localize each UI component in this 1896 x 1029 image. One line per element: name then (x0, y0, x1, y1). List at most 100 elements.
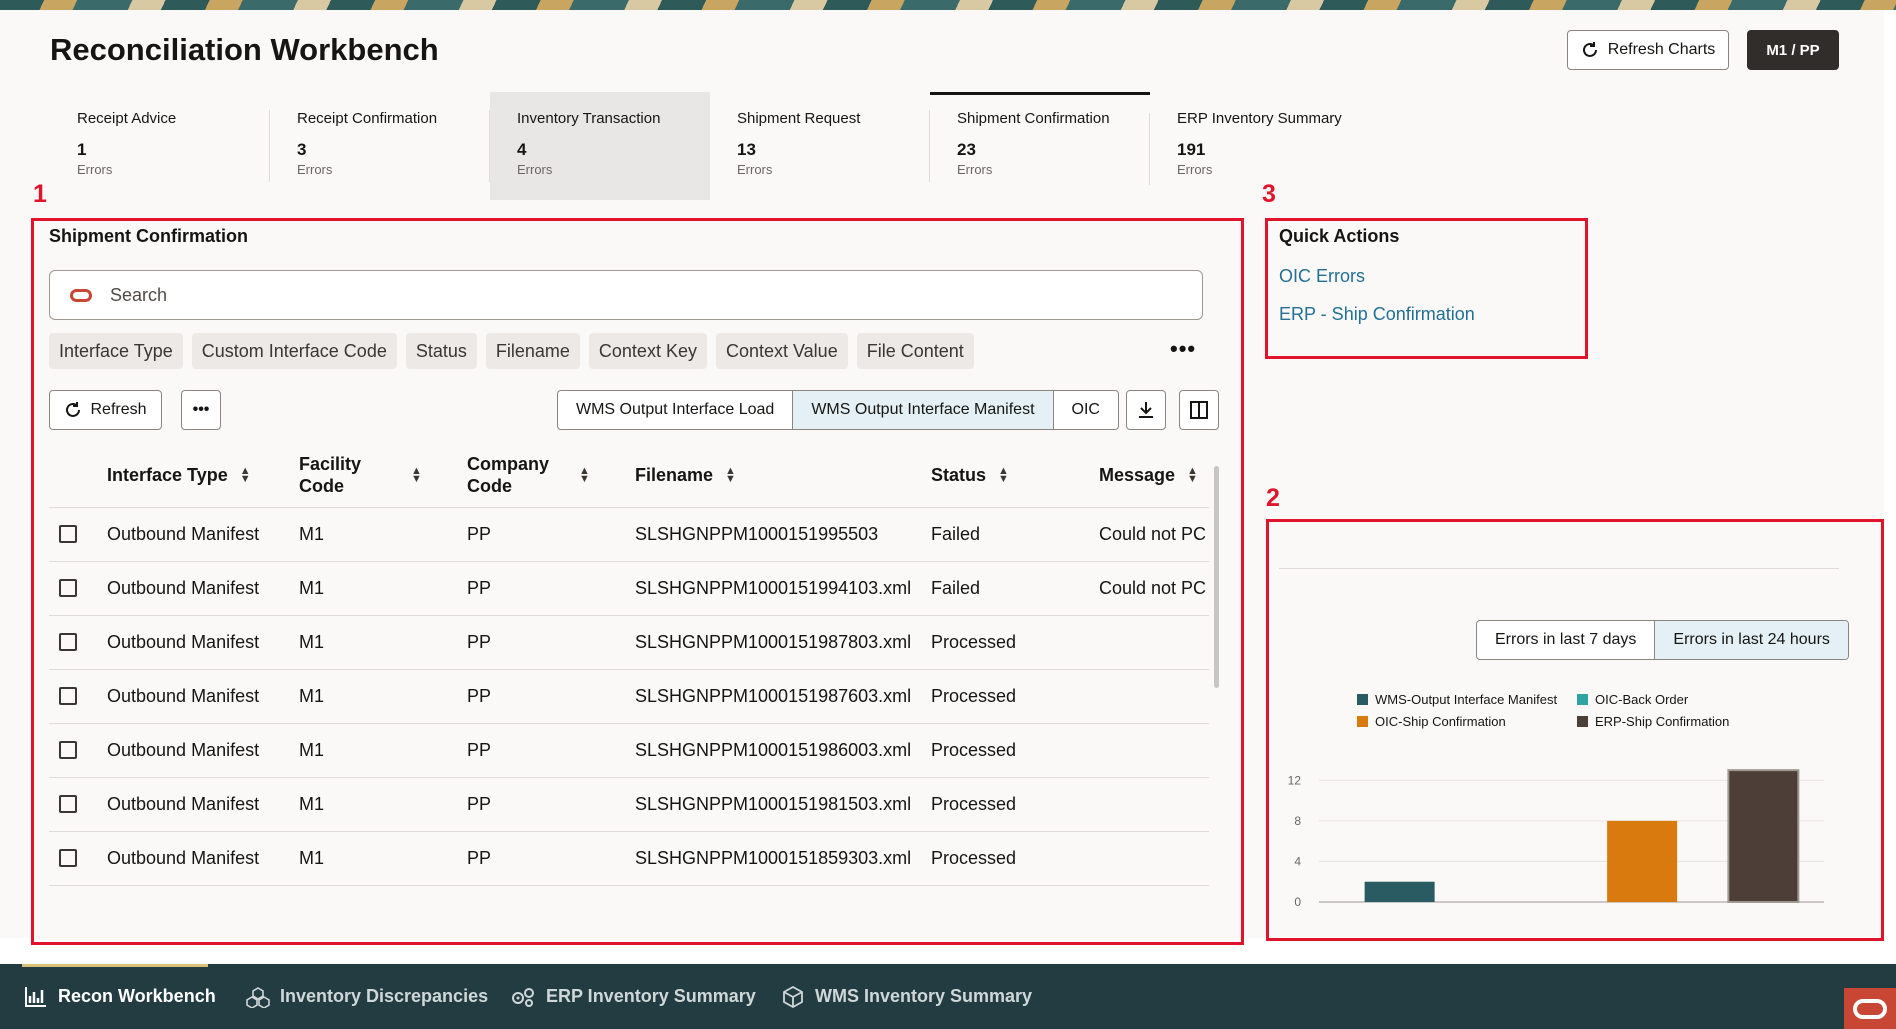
tab-receipt-advice[interactable]: Receipt Advice 1 Errors (50, 92, 270, 200)
cell-filename: SLSHGNPPM1000151987803.xml (635, 615, 931, 670)
oracle-logo-icon[interactable] (1844, 988, 1896, 1029)
quick-actions-title: Quick Actions (1279, 226, 1400, 246)
filter-chip-interface-type[interactable]: Interface Type (49, 333, 183, 369)
quick-action-oic-errors-link[interactable]: OIC Errors (1279, 266, 1365, 287)
summary-tabs: Receipt Advice 1 Errors Receipt Confirma… (50, 92, 1370, 200)
cell-company-code: PP (467, 777, 635, 832)
tab-erp-inventory-summary[interactable]: ERP Inventory Summary 191 Errors (1150, 92, 1370, 200)
row-checkbox[interactable] (59, 687, 77, 705)
cell-facility-code: M1 (299, 831, 467, 886)
column-header-label: Filename (635, 464, 714, 485)
nav-wms-inventory-summary[interactable]: WMS Inventory Summary (781, 964, 1032, 1029)
nav-erp-inventory-summary[interactable]: ERP Inventory Summary (510, 964, 756, 1029)
tab-label: Receipt Advice (77, 110, 177, 127)
sort-icon[interactable]: ▲ ▼ (998, 466, 1009, 485)
filter-chip-filename[interactable]: Filename (485, 333, 580, 369)
tab-count: 13 (737, 140, 756, 159)
row-checkbox[interactable] (59, 849, 77, 867)
sort-icon[interactable]: ▲ ▼ (1187, 466, 1198, 485)
table-scrollbar[interactable] (1214, 466, 1219, 688)
table-row[interactable]: Outbound Manifest M1 PP SLSHGNPPM1000151… (49, 561, 1209, 616)
segment-wms-output-interface-load[interactable]: WMS Output Interface Load (558, 391, 794, 429)
column-settings-button[interactable] (1179, 390, 1219, 430)
legend-item[interactable]: ERP-Ship Confirmation (1577, 714, 1757, 729)
tab-shipment-confirmation[interactable]: Shipment Confirmation 23 Errors (930, 92, 1150, 200)
column-header-message[interactable]: Message ▲ ▼ (1099, 444, 1209, 508)
sort-icon[interactable]: ▲ ▼ (725, 466, 736, 485)
nav-label: Inventory Discrepancies (280, 986, 489, 1006)
cell-interface-type: Outbound Manifest (107, 561, 299, 616)
cell-message (1099, 615, 1209, 670)
search-box[interactable] (49, 270, 1203, 320)
nav-inventory-discrepancies[interactable]: Inventory Discrepancies (246, 964, 488, 1029)
sort-icon[interactable]: ▲ ▼ (411, 466, 422, 485)
table-row[interactable]: Outbound Manifest M1 PP SLSHGNPPM1000151… (49, 723, 1209, 778)
filter-chip-status[interactable]: Status (405, 333, 477, 369)
legend-swatch (1357, 694, 1368, 705)
legend-item[interactable]: OIC-Back Order (1577, 692, 1757, 707)
table-row[interactable]: Outbound Manifest M1 PP SLSHGNPPM1000151… (49, 615, 1209, 670)
refresh-button[interactable]: Refresh (49, 390, 162, 430)
column-header-facility-code[interactable]: Facility Code ▲ ▼ (299, 444, 467, 508)
segment-wms-output-interface-manifest[interactable]: WMS Output Interface Manifest (793, 391, 1054, 429)
more-filters-button[interactable]: ••• (1170, 336, 1196, 362)
tab-sub: Errors (77, 162, 113, 177)
tab-shipment-request[interactable]: Shipment Request 13 Errors (710, 92, 930, 200)
legend-item[interactable]: WMS-Output Interface Manifest (1357, 692, 1577, 707)
cell-filename: SLSHGNPPM1000151994103.xml (635, 561, 931, 616)
facility-selector-button[interactable]: M1 / PP (1747, 30, 1839, 70)
refresh-icon (66, 402, 81, 417)
legend-swatch (1577, 694, 1588, 705)
row-checkbox[interactable] (59, 741, 77, 759)
table-row[interactable]: Outbound Manifest M1 PP SLSHGNPPM1000151… (49, 669, 1209, 724)
legend-item[interactable]: OIC-Ship Confirmation (1357, 714, 1577, 729)
chart-divider (1279, 568, 1839, 569)
segment-oic[interactable]: OIC (1054, 391, 1118, 429)
segment-errors-last-24-hours[interactable]: Errors in last 24 hours (1655, 621, 1848, 659)
bar-wms-output-interface-manifest[interactable] (1364, 881, 1435, 902)
cell-message: Could not PC (1099, 561, 1209, 616)
sort-icon[interactable]: ▲ ▼ (240, 466, 251, 485)
download-button[interactable] (1126, 390, 1166, 430)
legend-swatch (1577, 716, 1588, 727)
tab-receipt-confirmation[interactable]: Receipt Confirmation 3 Errors (270, 92, 490, 200)
column-header-label: Status (931, 464, 987, 485)
column-header-interface-type[interactable]: Interface Type ▲ ▼ (107, 444, 299, 508)
table-row[interactable]: Outbound Manifest M1 PP SLSHGNPPM1000151… (49, 777, 1209, 832)
row-checkbox[interactable] (59, 795, 77, 813)
nav-recon-workbench[interactable]: Recon Workbench (24, 964, 216, 1029)
filter-chip-custom-interface-code[interactable]: Custom Interface Code (191, 333, 397, 369)
cell-interface-type: Outbound Manifest (107, 831, 299, 886)
row-checkbox[interactable] (59, 579, 77, 597)
refresh-charts-button[interactable]: Refresh Charts (1567, 30, 1729, 70)
refresh-label: Refresh (90, 401, 147, 418)
cell-company-code: PP (467, 561, 635, 616)
interface-segmented-control: WMS Output Interface Load WMS Output Int… (557, 390, 1119, 430)
row-checkbox[interactable] (59, 525, 77, 543)
column-header-status[interactable]: Status ▲ ▼ (931, 444, 1099, 508)
column-header-company-code[interactable]: Company Code ▲ ▼ (467, 444, 635, 508)
tab-label: Receipt Confirmation (297, 110, 438, 127)
table-row[interactable]: Outbound Manifest M1 PP SLSHGNPPM1000151… (49, 507, 1209, 562)
cell-facility-code: M1 (299, 723, 467, 778)
y-tick-label: 0 (1294, 895, 1301, 909)
bar-oic-ship-confirmation[interactable] (1607, 820, 1678, 902)
actions-more-button[interactable]: ••• (181, 390, 221, 430)
filter-chips: Interface Type Custom Interface Code Sta… (49, 333, 974, 369)
chart-range-segmented-control: Errors in last 7 days Errors in last 24 … (1476, 620, 1849, 660)
filter-chip-file-content[interactable]: File Content (856, 333, 974, 369)
box-icon (783, 985, 803, 1008)
tab-inventory-transaction[interactable]: Inventory Transaction 4 Errors (490, 92, 710, 200)
segment-errors-last-7-days[interactable]: Errors in last 7 days (1477, 621, 1656, 659)
row-checkbox[interactable] (59, 633, 77, 651)
quick-action-erp-ship-confirmation-link[interactable]: ERP - Ship Confirmation (1279, 304, 1475, 325)
legend-swatch (1357, 716, 1368, 727)
search-input[interactable] (108, 283, 1108, 307)
column-header-filename[interactable]: Filename ▲ ▼ (635, 444, 931, 508)
sort-icon[interactable]: ▲ ▼ (579, 466, 590, 485)
table-row[interactable]: Outbound Manifest M1 PP SLSHGNPPM1000151… (49, 831, 1209, 886)
legend-label: ERP-Ship Confirmation (1595, 714, 1730, 729)
bar-erp-ship-confirmation[interactable] (1727, 769, 1800, 904)
filter-chip-context-key[interactable]: Context Key (588, 333, 707, 369)
filter-chip-context-value[interactable]: Context Value (715, 333, 848, 369)
